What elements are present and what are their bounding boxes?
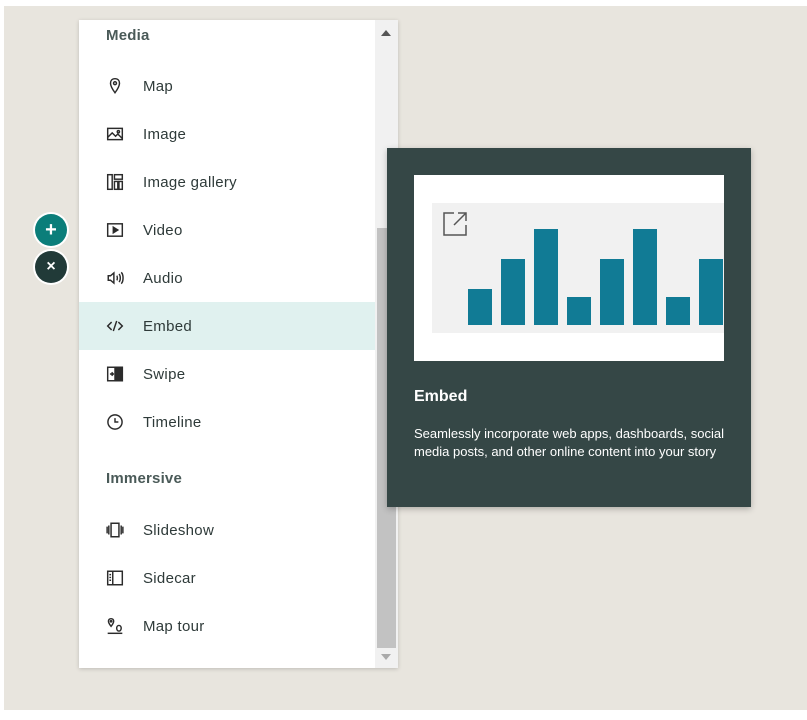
code-icon [105, 316, 125, 336]
menu-item-image[interactable]: Image [79, 110, 375, 158]
tooltip-title: Embed [414, 388, 468, 405]
plus-icon: + [45, 218, 57, 241]
section-heading-immersive: Immersive [106, 470, 183, 487]
preview-bar [567, 297, 591, 325]
menu-item-map-tour[interactable]: Map tour [79, 602, 375, 650]
embed-preview-graphic [443, 212, 723, 325]
image-gallery-icon [105, 172, 125, 192]
map-pin-icon [105, 76, 125, 96]
menu-item-embed[interactable]: Embed [79, 302, 375, 350]
section-heading-media: Media [106, 27, 150, 44]
add-block-button[interactable]: + [35, 214, 67, 246]
menu-item-label: Video [143, 221, 183, 239]
sidecar-icon [105, 568, 125, 588]
menu-item-label: Image gallery [143, 173, 237, 191]
preview-bar [666, 297, 690, 325]
menu-item-label: Audio [143, 269, 183, 287]
preview-bar [534, 229, 558, 325]
menu-item-label: Swipe [143, 365, 186, 383]
close-palette-button[interactable]: × [35, 251, 67, 283]
menu-item-timeline[interactable]: Timeline [79, 398, 375, 446]
audio-icon [105, 268, 125, 288]
block-palette: Media Map Image Image gallery Video Audi… [79, 20, 398, 668]
close-icon: × [46, 258, 56, 275]
preview-bar [468, 289, 492, 325]
clock-icon [105, 412, 125, 432]
menu-item-map[interactable]: Map [79, 62, 375, 110]
video-icon [105, 220, 125, 240]
menu-item-video[interactable]: Video [79, 206, 375, 254]
image-icon [105, 124, 125, 144]
menu-item-label: Map tour [143, 617, 205, 635]
preview-bar [501, 259, 525, 325]
map-tour-icon [105, 616, 125, 636]
preview-bars [468, 229, 723, 325]
menu-item-image-gallery[interactable]: Image gallery [79, 158, 375, 206]
embed-preview-frame [432, 203, 724, 333]
menu-item-label: Embed [143, 317, 193, 335]
menu-item-label: Map [143, 77, 174, 95]
menu-item-audio[interactable]: Audio [79, 254, 375, 302]
preview-bar [699, 259, 723, 325]
menu-item-label: Slideshow [143, 521, 215, 539]
tooltip-description: Seamlessly incorporate web apps, dashboa… [414, 426, 725, 459]
embed-tooltip: Embed Seamlessly incorporate web apps, d… [387, 148, 751, 507]
menu-item-slideshow[interactable]: Slideshow [79, 506, 375, 554]
embed-preview-image [414, 175, 724, 361]
external-link-icon [443, 212, 467, 236]
preview-bar [600, 259, 624, 325]
menu-item-label: Timeline [143, 413, 202, 431]
menu-item-label: Image [143, 125, 187, 143]
preview-bar [633, 229, 657, 325]
scroll-up-arrow-icon[interactable] [381, 30, 391, 36]
menu-item-label: Sidecar [143, 569, 196, 587]
menu-item-swipe[interactable]: Swipe [79, 350, 375, 398]
menu-item-sidecar[interactable]: Sidecar [79, 554, 375, 602]
scroll-down-arrow-icon[interactable] [381, 654, 391, 660]
slideshow-icon [105, 520, 125, 540]
swipe-icon [105, 364, 125, 384]
